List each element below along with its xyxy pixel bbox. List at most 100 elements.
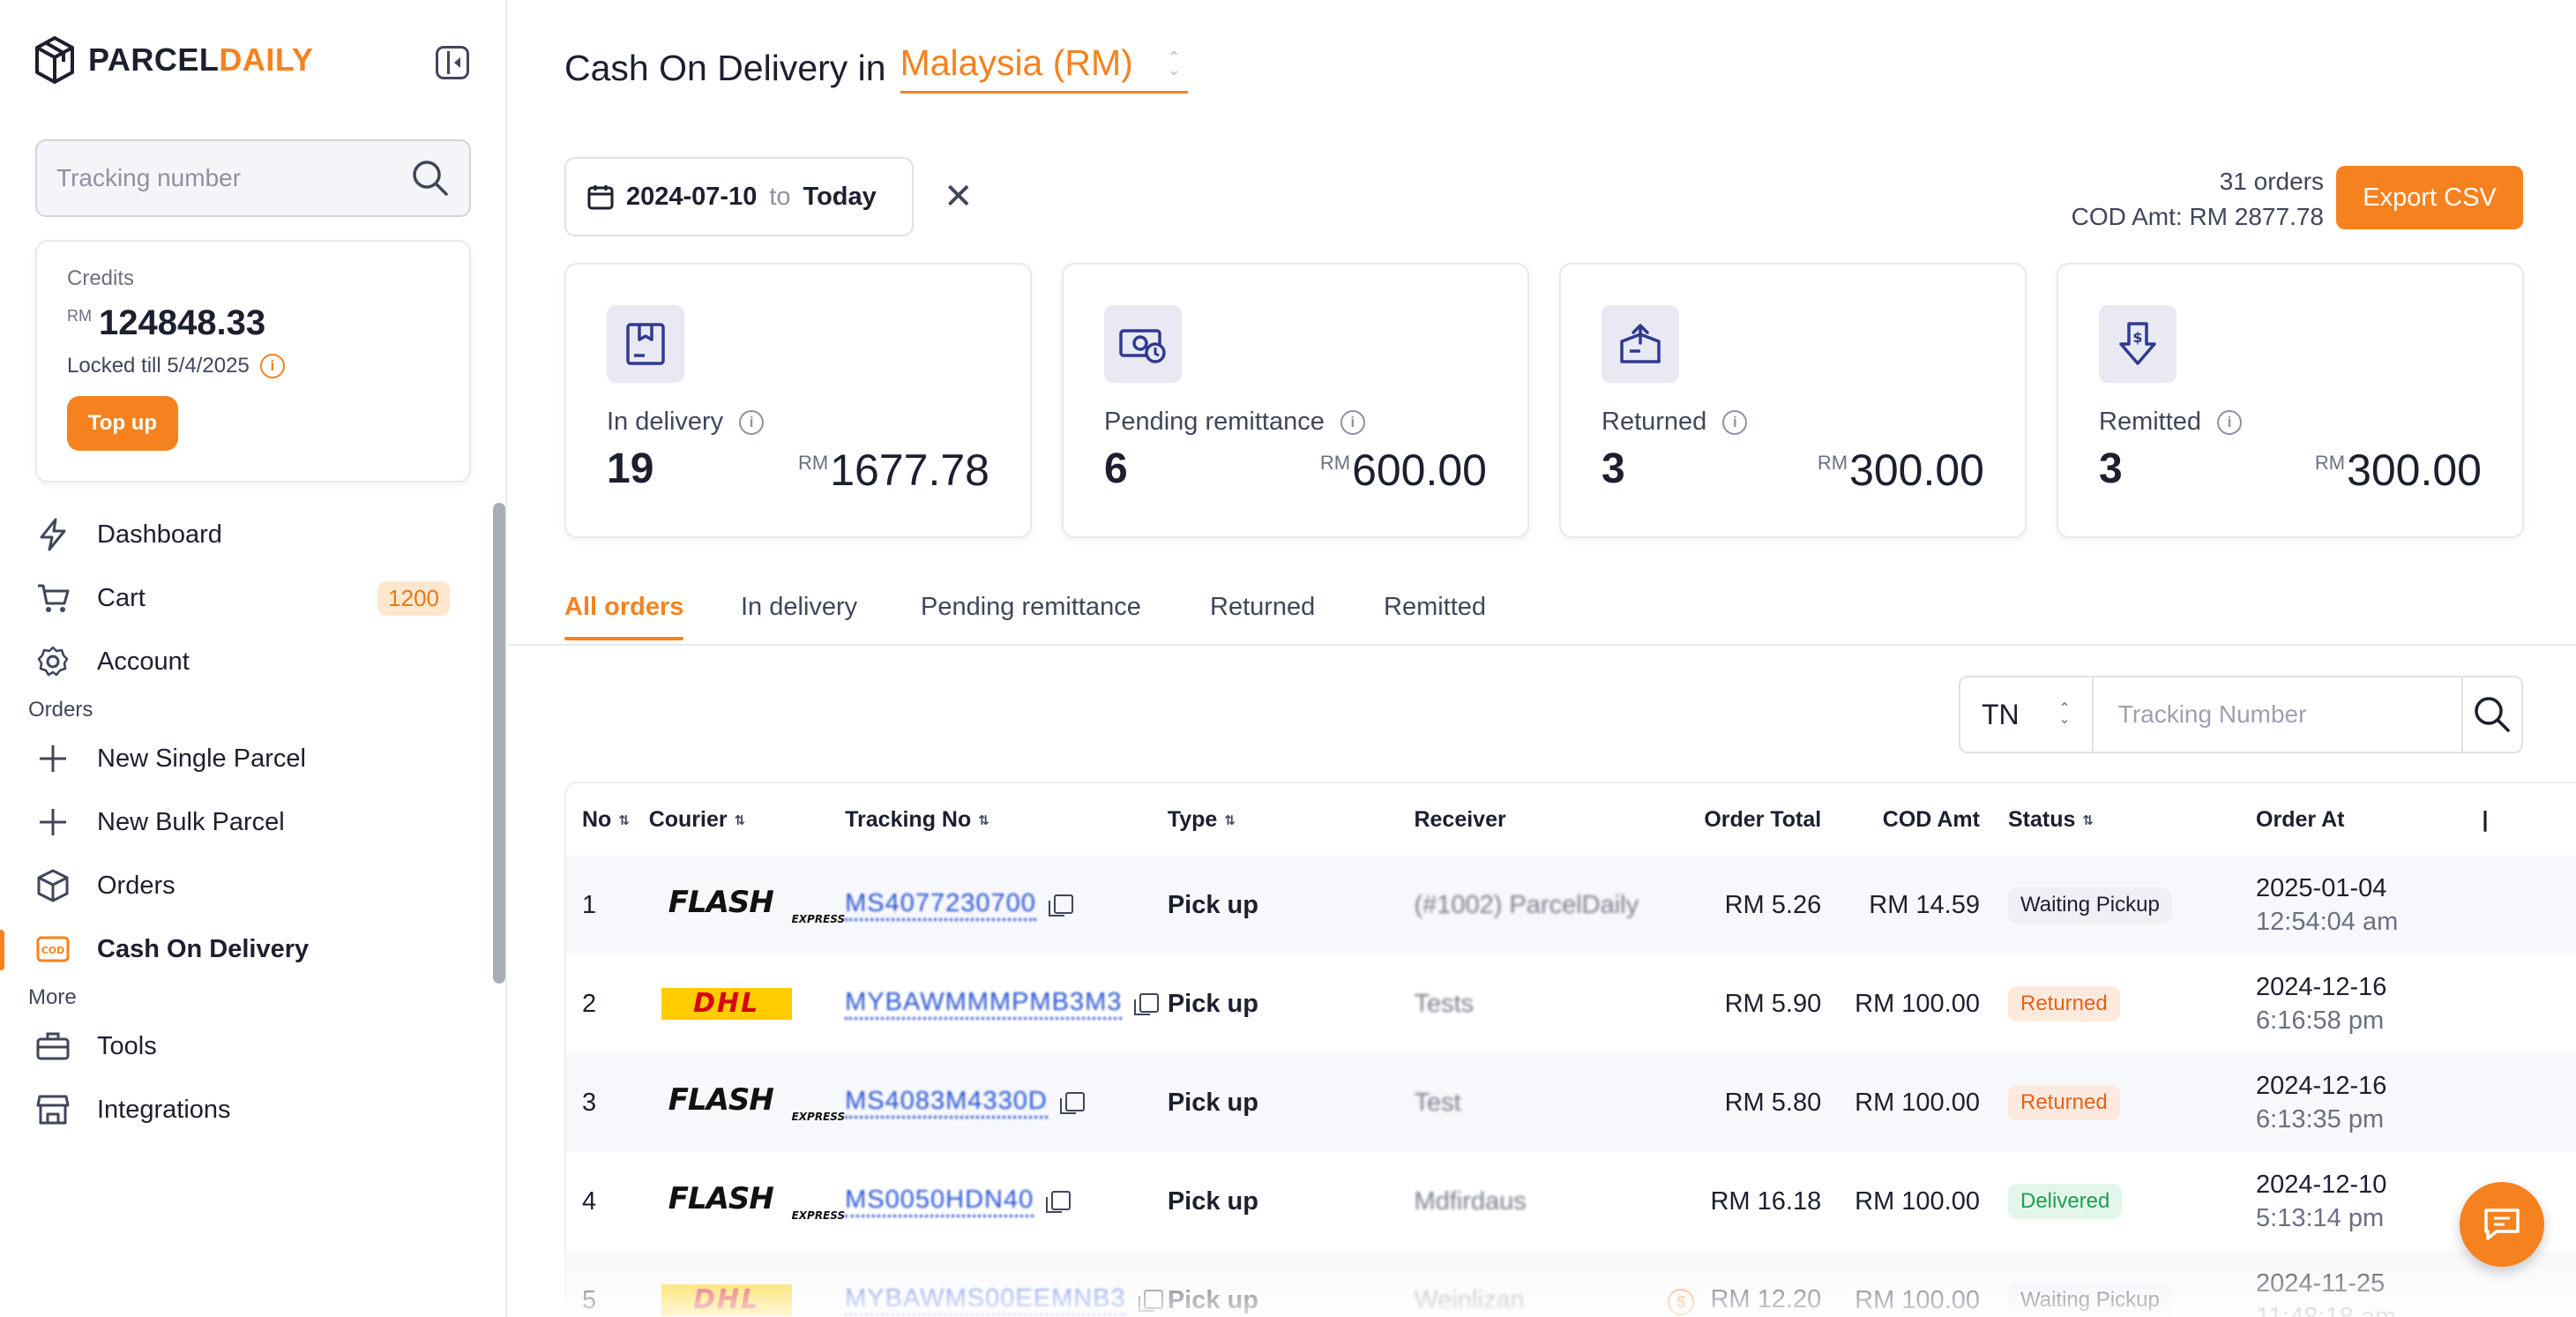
card-returned[interactable]: Returned i 3 RM 300.00 [1559,263,2027,538]
table-row[interactable]: 5 DHL MYBAWMS00EEMNB3 Pick up Weinlizan … [566,1251,2576,1317]
status-badge: Returned [2007,1085,2120,1120]
cell-tracking: MS4083M4330D [845,1053,1168,1152]
table-row[interactable]: 3 FLASH EXPRESS MS4083M4330D Pick up Test… [566,1053,2576,1152]
collapse-sidebar-icon[interactable] [436,46,469,79]
brand-name: PARCELDAILY [88,41,314,78]
card-remitted[interactable]: $ Remitted i 3 RM 300.00 [2057,263,2524,538]
col-no[interactable]: No ⇅ [566,783,649,856]
card-amount: RM 1677.78 [798,445,989,495]
col-tracking-no[interactable]: Tracking No ⇅ [845,783,1168,856]
sidebar-item-orders[interactable]: Orders [0,854,494,917]
sidebar-scrollbar[interactable] [493,503,505,984]
sidebar-search [35,139,471,217]
tab-remitted[interactable]: Remitted [1384,593,1486,622]
card-pending-remittance[interactable]: Pending remittance i 6 RM 600.00 [1062,263,1529,538]
sidebar-item-new-bulk-parcel[interactable]: New Bulk Parcel [0,790,494,854]
summary-cards: In delivery i 19 RM 1677.78 Pending remitt… [564,263,2524,538]
cell-cod-amt: RM 100.00 [1855,1186,1980,1216]
card-label: Pending remittance i [1104,408,1365,437]
card-count: 3 [2099,445,2123,492]
cell-no: 3 [582,1088,597,1117]
col-type[interactable]: Type ⇅ [1168,783,1415,856]
credits-card: Credits RM 124848.33 Locked till 5/4/202… [35,240,471,483]
calendar-icon [587,185,614,210]
copy-icon[interactable] [1138,1290,1163,1313]
col-overflow: | [2482,806,2489,832]
sidebar-item-cart[interactable]: Cart 1200 [0,566,494,630]
plus-icon [35,804,71,840]
sidebar-item-label: Cart [97,583,146,612]
brand-logo[interactable]: PARCELDAILY [34,35,314,85]
country-select[interactable]: Malaysia (RM) ⌃ ⌄ [900,42,1188,94]
cell-no: 5 [582,1285,597,1314]
orders-table: No ⇅ Courier ⇅ Tracking No ⇅ Type ⇅ Receiver… [564,782,2576,1317]
clear-date-icon[interactable]: ✕ [944,176,974,217]
tab-returned[interactable]: Returned [1210,593,1315,622]
sidebar-item-integrations[interactable]: Integrations [0,1078,494,1141]
export-csv-button[interactable]: Export CSV [2336,166,2523,229]
table-row[interactable]: 2 DHL MYBAWMMMPMB3M3 Pick up Tests RM 5.… [566,954,2576,1053]
top-up-button[interactable]: Top up [67,396,178,451]
table-row[interactable]: 1 FLASH EXPRESS MS4077230700 Pick up (#10… [566,856,2576,954]
chat-button[interactable] [2460,1182,2544,1267]
copy-icon[interactable] [1134,993,1160,1016]
tracking-search-input[interactable] [56,164,411,192]
card-label: In delivery i [607,408,765,437]
table-header-row: No ⇅ Courier ⇅ Tracking No ⇅ Type ⇅ Receiver… [566,783,2576,856]
tracking-link[interactable]: MYBAWMMMPMB3M3 [845,988,1123,1020]
tracking-number-input[interactable] [2093,677,2461,752]
sort-icon: ⇅ [734,812,746,828]
search-icon[interactable] [411,159,450,198]
search-type-select[interactable]: TN ⌃ ⌄ [1960,677,2094,752]
tracking-link[interactable]: MYBAWMS00EEMNB3 [845,1284,1126,1316]
info-icon[interactable]: i [739,409,765,435]
cell-receiver: Mdfirdaus [1414,1186,1527,1216]
copy-icon[interactable] [1059,1092,1085,1115]
status-badge: Waiting Pickup [2007,1283,2172,1317]
info-icon[interactable]: i [1340,409,1365,435]
sidebar-item-new-single-parcel[interactable]: New Single Parcel [0,727,494,790]
sort-icon: ⇅ [1224,812,1236,828]
tracking-filter: TN ⌃ ⌄ [1959,676,2523,753]
sidebar-item-label: Orders [97,871,175,900]
credits-amount: RM 124848.33 [67,303,439,343]
cell-receiver: Tests [1414,989,1475,1018]
section-more-heading: More [28,985,77,1009]
cell-order-total: RM 5.80 [1724,1088,1822,1117]
sidebar-item-tools[interactable]: Tools [0,1014,494,1078]
cart-count-badge: 1200 [377,580,450,616]
cell-receiver: Weinlizan [1414,1285,1525,1314]
tab-all-orders[interactable]: All orders [564,593,684,640]
info-icon[interactable]: i [2217,409,2243,435]
table-row[interactable]: 4 FLASH EXPRESS MS0050HDN40 Pick up Mdfir… [566,1152,2576,1251]
col-courier[interactable]: Courier ⇅ [649,783,845,856]
card-in-delivery[interactable]: In delivery i 19 RM 1677.78 [564,263,1032,538]
copy-icon[interactable] [1048,894,1073,917]
cell-no: 1 [582,890,597,919]
lightning-icon [35,517,71,552]
info-icon[interactable]: i [259,354,285,378]
dhl-logo: DHL [661,988,792,1020]
tab-pending-remittance[interactable]: Pending remittance [921,593,1141,622]
cell-tracking: MS0050HDN40 [845,1152,1168,1251]
sidebar-item-label: Cash On Delivery [97,934,310,963]
date-range-picker[interactable]: 2024-07-10 to Today [564,157,914,236]
tracking-link[interactable]: MS0050HDN40 [845,1186,1034,1217]
cell-order-at: 2025-01-04 12:54:04 am [2256,874,2399,936]
sidebar-item-dashboard[interactable]: Dashboard [0,503,494,566]
flash-express-logo: FLASH EXPRESS [668,1082,846,1123]
tab-in-delivery[interactable]: In delivery [741,593,857,622]
info-icon[interactable]: i [1722,409,1748,435]
courier-logo: FLASH EXPRESS [649,1053,845,1152]
credits-locked-text: Locked till 5/4/2025 [67,354,250,378]
cod-amount-total: COD Amt: RM 2877.78 [2071,203,2324,230]
tracking-link[interactable]: MS4083M4330D [845,1087,1048,1119]
tracking-link[interactable]: MS4077230700 [845,889,1036,921]
search-button[interactable] [2460,677,2521,752]
remit-arrow-icon: $ [2099,305,2177,383]
copy-icon[interactable] [1046,1191,1071,1214]
col-status[interactable]: Status ⇅ [1996,783,2231,856]
cell-cod-amt: RM 14.59 [1869,890,1980,919]
sidebar-item-cash-on-delivery[interactable]: COD Cash On Delivery [0,917,494,981]
sidebar-item-account[interactable]: Account [0,630,494,693]
